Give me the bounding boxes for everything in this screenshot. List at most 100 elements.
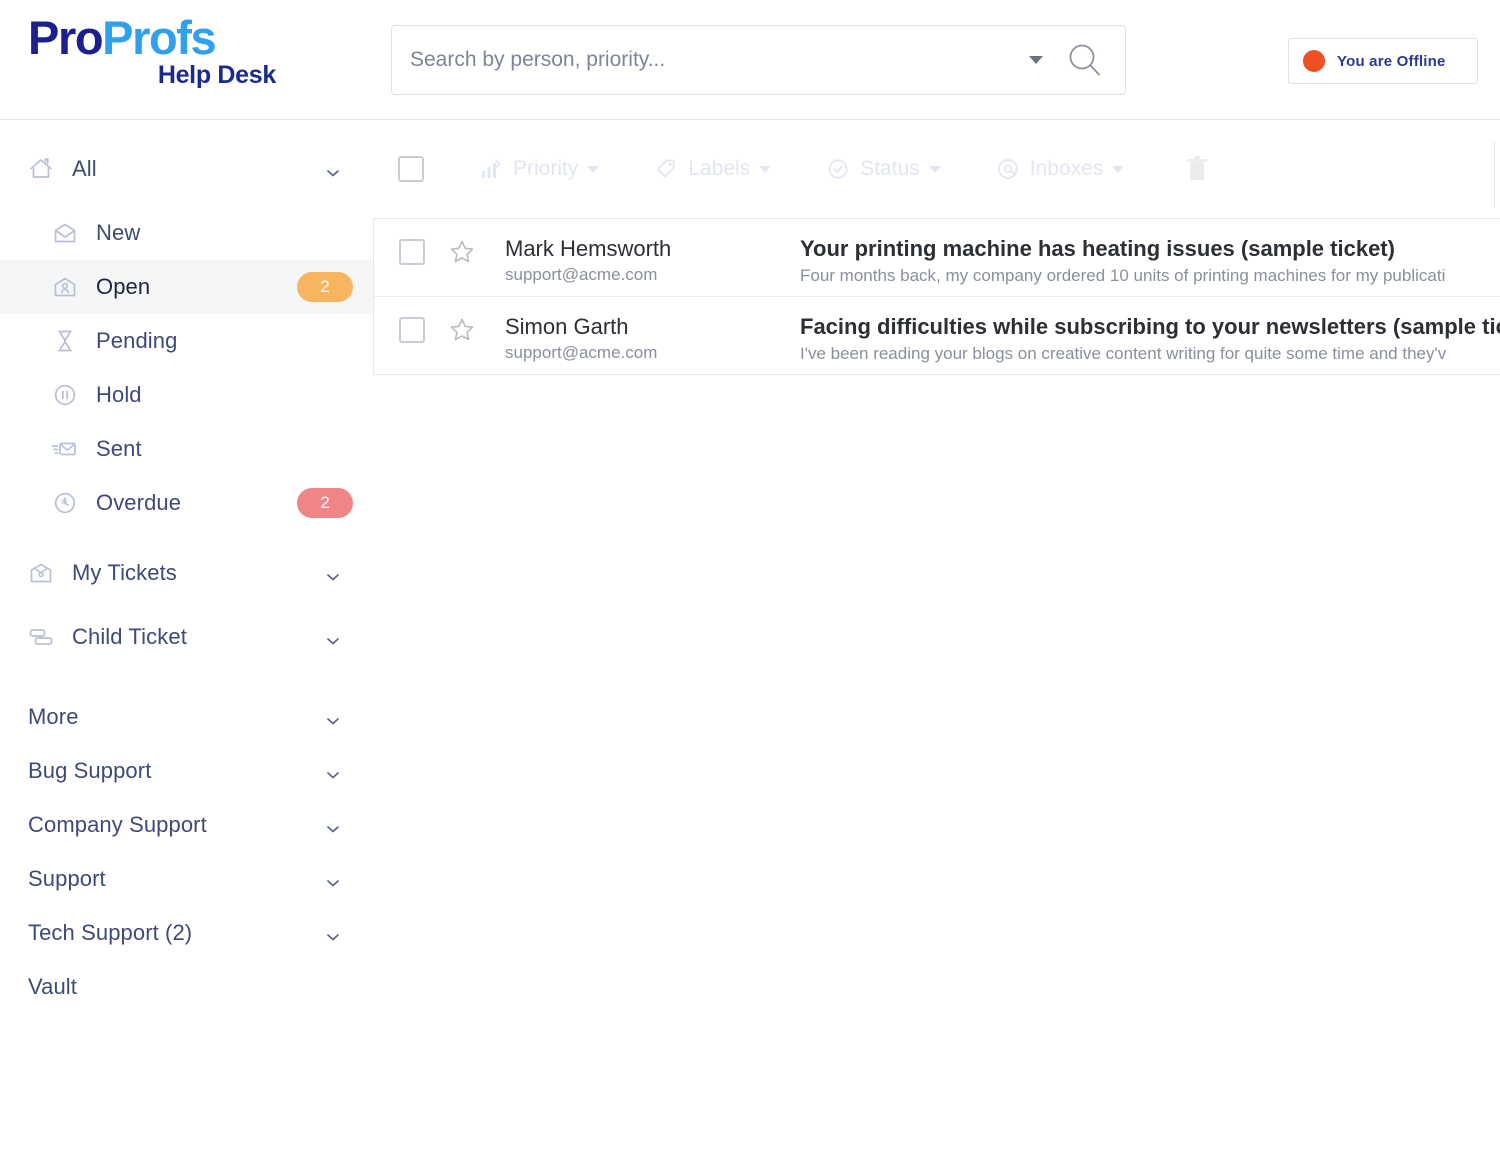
select-all-checkbox[interactable] bbox=[398, 156, 424, 182]
ticket-row[interactable]: Simon Garth support@acme.com Facing diffic… bbox=[374, 297, 1500, 375]
chevron-down-icon[interactable] bbox=[325, 871, 341, 887]
sidebar-item-my-tickets[interactable]: My Tickets bbox=[0, 546, 373, 600]
sidebar-item-label: New bbox=[96, 220, 141, 245]
sidebar-item-open[interactable]: Open 2 bbox=[0, 260, 373, 314]
ticket-subject: Your printing machine has heating issues… bbox=[800, 236, 1395, 261]
chevron-down-icon[interactable] bbox=[325, 763, 341, 779]
logo-wordmark: ProProfs bbox=[28, 14, 278, 61]
ticket-sender-email: support@acme.com bbox=[505, 343, 658, 363]
ticket-sender: Mark Hemsworth support@acme.com bbox=[505, 236, 800, 285]
sidebar-item-label: Pending bbox=[96, 328, 178, 353]
chevron-down-icon[interactable] bbox=[325, 817, 341, 833]
toolbar-filter-label: Status bbox=[860, 157, 920, 180]
ticket-row[interactable]: Mark Hemsworth support@acme.com Your print… bbox=[374, 219, 1500, 297]
sidebar-item-label: Overdue bbox=[96, 490, 182, 515]
sidebar-item-vault[interactable]: Vault bbox=[0, 960, 373, 1014]
sidebar-item-badge: 2 bbox=[297, 488, 353, 518]
ticket-sender: Simon Garth support@acme.com bbox=[505, 314, 800, 363]
sidebar-item-child-ticket[interactable]: Child Ticket bbox=[0, 610, 373, 664]
logo-subtitle: Help Desk bbox=[157, 61, 276, 89]
chevron-down-icon[interactable] bbox=[325, 709, 341, 725]
hourglass-icon bbox=[50, 326, 80, 356]
sidebar-item-label: Bug Support bbox=[28, 758, 152, 783]
chevron-down-icon[interactable] bbox=[325, 161, 341, 177]
sidebar-item-label: Tech Support (2) bbox=[28, 920, 193, 945]
search-input[interactable] bbox=[392, 48, 1029, 72]
logo-pro-text: Pro bbox=[28, 11, 104, 64]
sidebar-item-new[interactable]: New bbox=[0, 206, 373, 260]
ticket-preview: I've been reading your blogs on creative… bbox=[800, 344, 1447, 364]
sidebar-item-more[interactable]: More bbox=[0, 690, 373, 744]
priority-bars-icon bbox=[479, 157, 503, 181]
logo-profs-text: Profs bbox=[102, 11, 217, 64]
list-toolbar: Priority Labels Status Inboxes bbox=[373, 120, 1500, 218]
sidebar-item-label: All bbox=[72, 156, 97, 181]
ticket-sender-email: support@acme.com bbox=[505, 265, 658, 285]
check-circle-icon bbox=[826, 157, 850, 181]
chevron-down-icon[interactable] bbox=[325, 925, 341, 941]
tag-icon bbox=[654, 157, 678, 181]
main-panel: Priority Labels Status Inboxes Mark Hemswor… bbox=[373, 120, 1500, 1174]
sidebar-item-label: Open bbox=[96, 274, 151, 299]
chevron-down-icon[interactable] bbox=[928, 165, 941, 173]
ticket-preview: Four months back, my company ordered 10 … bbox=[800, 266, 1446, 286]
sidebar-item-pending[interactable]: Pending bbox=[0, 314, 373, 368]
ticket-checkbox[interactable] bbox=[399, 317, 425, 343]
home-icon bbox=[26, 154, 56, 184]
ticket-sender-name: Simon Garth bbox=[505, 314, 629, 339]
sidebar-item-support[interactable]: Support bbox=[0, 852, 373, 906]
status-label: You are Offline bbox=[1337, 52, 1446, 70]
star-icon[interactable] bbox=[447, 315, 477, 350]
chevron-down-icon[interactable] bbox=[1112, 165, 1125, 173]
search-bar[interactable] bbox=[391, 25, 1126, 95]
sidebar-item-label: More bbox=[28, 704, 79, 729]
sidebar-item-tech-support-2[interactable]: Tech Support (2) bbox=[0, 906, 373, 960]
ticket-list: Mark Hemsworth support@acme.com Your print… bbox=[373, 218, 1500, 375]
toolbar-filter-status[interactable]: Status bbox=[826, 157, 941, 181]
ticket-body: Facing difficulties while subscribing to… bbox=[800, 314, 1500, 364]
delete-button[interactable] bbox=[1184, 154, 1210, 184]
sidebar-item-label: Child Ticket bbox=[72, 624, 187, 649]
ticket-sender-name: Mark Hemsworth bbox=[505, 236, 672, 261]
sidebar-group-spacer bbox=[0, 530, 373, 546]
clock-icon bbox=[50, 488, 80, 518]
send-mail-icon bbox=[50, 434, 80, 464]
sidebar-item-badge: 2 bbox=[297, 272, 353, 302]
at-sign-icon bbox=[996, 157, 1020, 181]
app-logo[interactable]: ProProfs Help Desk bbox=[28, 14, 278, 88]
sidebar-item-label: Support bbox=[28, 866, 106, 891]
toolbar-filter-label: Priority bbox=[513, 157, 579, 180]
toolbar-filter-labels[interactable]: Labels bbox=[654, 157, 772, 181]
child-ticket-icon bbox=[26, 622, 56, 652]
sidebar-item-label: Vault bbox=[28, 974, 78, 999]
sidebar-item-all[interactable]: All bbox=[0, 142, 373, 196]
app-body: All New Open 2 Pending Hold Sent Overdue 2 My Tic… bbox=[0, 120, 1500, 1174]
toolbar-filter-inboxes[interactable]: Inboxes bbox=[996, 157, 1125, 181]
app-header: ProProfs Help Desk You are Offline bbox=[0, 0, 1500, 120]
sidebar-item-company-support[interactable]: Company Support bbox=[0, 798, 373, 852]
sidebar-item-bug-support[interactable]: Bug Support bbox=[0, 744, 373, 798]
chevron-down-icon[interactable] bbox=[759, 165, 772, 173]
chevron-down-icon[interactable] bbox=[325, 629, 341, 645]
toolbar-filters: Priority Labels Status Inboxes bbox=[424, 157, 1125, 181]
sidebar-group-spacer bbox=[0, 674, 373, 690]
sidebar-item-label: My Tickets bbox=[72, 560, 177, 585]
ticket-checkbox[interactable] bbox=[399, 239, 425, 265]
open-ticket-icon bbox=[50, 272, 80, 302]
search-icon[interactable] bbox=[1065, 40, 1105, 80]
chevron-down-icon[interactable] bbox=[587, 165, 600, 173]
sidebar-nav: All New Open 2 Pending Hold Sent Overdue 2 My Tic… bbox=[0, 120, 373, 1174]
toolbar-filter-label: Labels bbox=[688, 157, 751, 180]
star-icon[interactable] bbox=[447, 237, 477, 272]
search-filter-chevron-down-icon[interactable] bbox=[1029, 56, 1043, 64]
sidebar-item-hold[interactable]: Hold bbox=[0, 368, 373, 422]
toolbar-right-divider bbox=[1494, 142, 1495, 208]
sidebar-item-label: Company Support bbox=[28, 812, 207, 837]
status-dot-icon bbox=[1303, 50, 1325, 72]
sidebar-item-sent[interactable]: Sent bbox=[0, 422, 373, 476]
sidebar-item-label: Sent bbox=[96, 436, 142, 461]
chevron-down-icon[interactable] bbox=[325, 565, 341, 581]
sidebar-item-overdue[interactable]: Overdue 2 bbox=[0, 476, 373, 530]
offline-status-button[interactable]: You are Offline bbox=[1288, 38, 1478, 84]
toolbar-filter-priority[interactable]: Priority bbox=[479, 157, 600, 181]
